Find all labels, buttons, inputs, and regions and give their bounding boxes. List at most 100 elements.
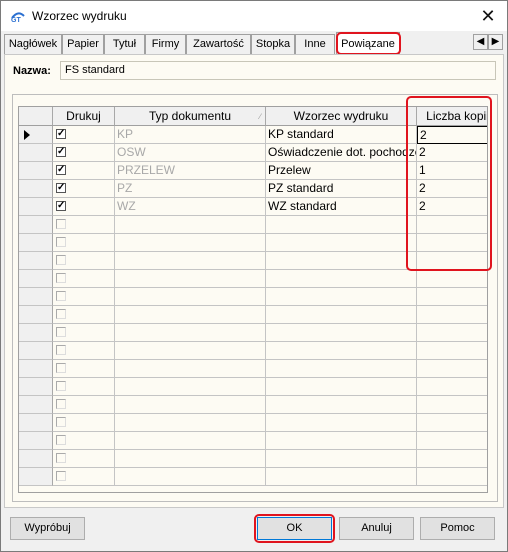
row-indicator[interactable]: [19, 414, 53, 432]
template-cell[interactable]: [266, 234, 417, 252]
table-row[interactable]: ✓ PRZELEW Przelew 1: [19, 162, 487, 180]
row-indicator[interactable]: [19, 360, 53, 378]
tab-scroll-right-icon[interactable]: ▶: [488, 34, 503, 50]
empty-table-row[interactable]: [19, 378, 487, 396]
table-row[interactable]: ✓ PZ PZ standard 2: [19, 180, 487, 198]
empty-table-row[interactable]: [19, 360, 487, 378]
template-cell[interactable]: [266, 360, 417, 378]
template-cell[interactable]: [266, 252, 417, 270]
cancel-button[interactable]: Anuluj: [339, 517, 414, 540]
copies-cell[interactable]: [417, 234, 487, 252]
template-cell[interactable]: [266, 396, 417, 414]
tab-scroll-left-icon[interactable]: ◀: [473, 34, 488, 50]
print-checkbox[interactable]: ✓: [56, 129, 66, 139]
empty-table-row[interactable]: [19, 432, 487, 450]
tab-inne[interactable]: Inne: [295, 34, 335, 54]
row-indicator[interactable]: [19, 144, 53, 162]
print-checkbox[interactable]: [56, 417, 66, 427]
print-checkbox[interactable]: [56, 471, 66, 481]
print-checkbox[interactable]: ✓: [56, 165, 66, 175]
empty-table-row[interactable]: [19, 468, 487, 486]
template-cell[interactable]: [266, 270, 417, 288]
print-checkbox[interactable]: ✓: [56, 183, 66, 193]
help-button[interactable]: Pomoc: [420, 517, 495, 540]
column-header-template[interactable]: Wzorzec wydruku: [266, 107, 417, 126]
row-indicator[interactable]: [19, 324, 53, 342]
print-checkbox[interactable]: [56, 273, 66, 283]
template-cell[interactable]: [266, 468, 417, 486]
template-cell[interactable]: KP standard: [266, 126, 417, 144]
copies-cell[interactable]: [417, 342, 487, 360]
template-cell[interactable]: [266, 414, 417, 432]
row-indicator[interactable]: [19, 234, 53, 252]
print-checkbox[interactable]: [56, 435, 66, 445]
print-checkbox[interactable]: [56, 237, 66, 247]
copies-cell[interactable]: 2: [417, 198, 487, 216]
template-cell[interactable]: [266, 216, 417, 234]
tab-naglowek[interactable]: Nagłówek: [4, 34, 62, 54]
empty-table-row[interactable]: [19, 324, 487, 342]
copies-cell[interactable]: [417, 414, 487, 432]
column-header-document-type[interactable]: Typ dokumentu ∕: [115, 107, 266, 126]
empty-table-row[interactable]: [19, 342, 487, 360]
tab-powiazane[interactable]: Powiązane: [336, 32, 400, 54]
row-indicator[interactable]: [19, 432, 53, 450]
template-cell[interactable]: [266, 288, 417, 306]
empty-table-row[interactable]: [19, 234, 487, 252]
tab-stopka[interactable]: Stopka: [251, 34, 295, 54]
row-indicator[interactable]: [19, 468, 53, 486]
template-cell[interactable]: [266, 450, 417, 468]
print-checkbox[interactable]: [56, 309, 66, 319]
copies-cell[interactable]: [417, 216, 487, 234]
row-indicator[interactable]: [19, 180, 53, 198]
try-button[interactable]: Wypróbuj: [10, 517, 85, 540]
copies-cell[interactable]: 2: [417, 180, 487, 198]
tab-zawartosc[interactable]: Zawartość: [186, 34, 251, 54]
tab-tytul[interactable]: Tytuł: [104, 34, 145, 54]
template-cell[interactable]: [266, 342, 417, 360]
copies-cell[interactable]: [417, 360, 487, 378]
template-cell[interactable]: Oświadczenie dot. pochodzenia: [266, 144, 417, 162]
row-indicator[interactable]: [19, 162, 53, 180]
row-indicator[interactable]: [19, 288, 53, 306]
copies-cell[interactable]: [417, 324, 487, 342]
print-checkbox[interactable]: [56, 363, 66, 373]
empty-table-row[interactable]: [19, 450, 487, 468]
row-indicator[interactable]: [19, 198, 53, 216]
print-checkbox[interactable]: [56, 291, 66, 301]
row-indicator[interactable]: [19, 378, 53, 396]
tab-firmy[interactable]: Firmy: [145, 34, 186, 54]
print-checkbox[interactable]: [56, 381, 66, 391]
column-header-copies[interactable]: Liczba kopii: [417, 107, 487, 126]
table-row[interactable]: ✓ KP KP standard 2: [19, 126, 487, 144]
print-checkbox[interactable]: ✓: [56, 147, 66, 157]
print-checkbox[interactable]: [56, 399, 66, 409]
template-cell[interactable]: WZ standard: [266, 198, 417, 216]
row-indicator[interactable]: [19, 306, 53, 324]
name-field[interactable]: FS standard: [60, 61, 496, 80]
template-cell[interactable]: [266, 432, 417, 450]
ok-button[interactable]: OK: [257, 517, 332, 540]
copies-cell[interactable]: [417, 378, 487, 396]
copies-cell[interactable]: [417, 468, 487, 486]
print-checkbox[interactable]: ✓: [56, 201, 66, 211]
row-indicator[interactable]: [19, 252, 53, 270]
template-cell[interactable]: Przelew: [266, 162, 417, 180]
copies-cell[interactable]: [417, 306, 487, 324]
empty-table-row[interactable]: [19, 252, 487, 270]
empty-table-row[interactable]: [19, 288, 487, 306]
row-indicator[interactable]: [19, 342, 53, 360]
template-cell[interactable]: [266, 378, 417, 396]
row-indicator[interactable]: [19, 396, 53, 414]
empty-table-row[interactable]: [19, 216, 487, 234]
copies-cell[interactable]: [417, 432, 487, 450]
print-checkbox[interactable]: [56, 255, 66, 265]
copies-cell[interactable]: [417, 450, 487, 468]
copies-cell[interactable]: [417, 396, 487, 414]
empty-table-row[interactable]: [19, 396, 487, 414]
close-icon[interactable]: ✕: [477, 5, 499, 27]
tab-papier[interactable]: Papier: [62, 34, 104, 54]
table-row[interactable]: ✓ OSWOświadczenie dot. pochodzenia2: [19, 144, 487, 162]
copies-cell[interactable]: 2: [417, 126, 487, 144]
copies-cell[interactable]: [417, 252, 487, 270]
